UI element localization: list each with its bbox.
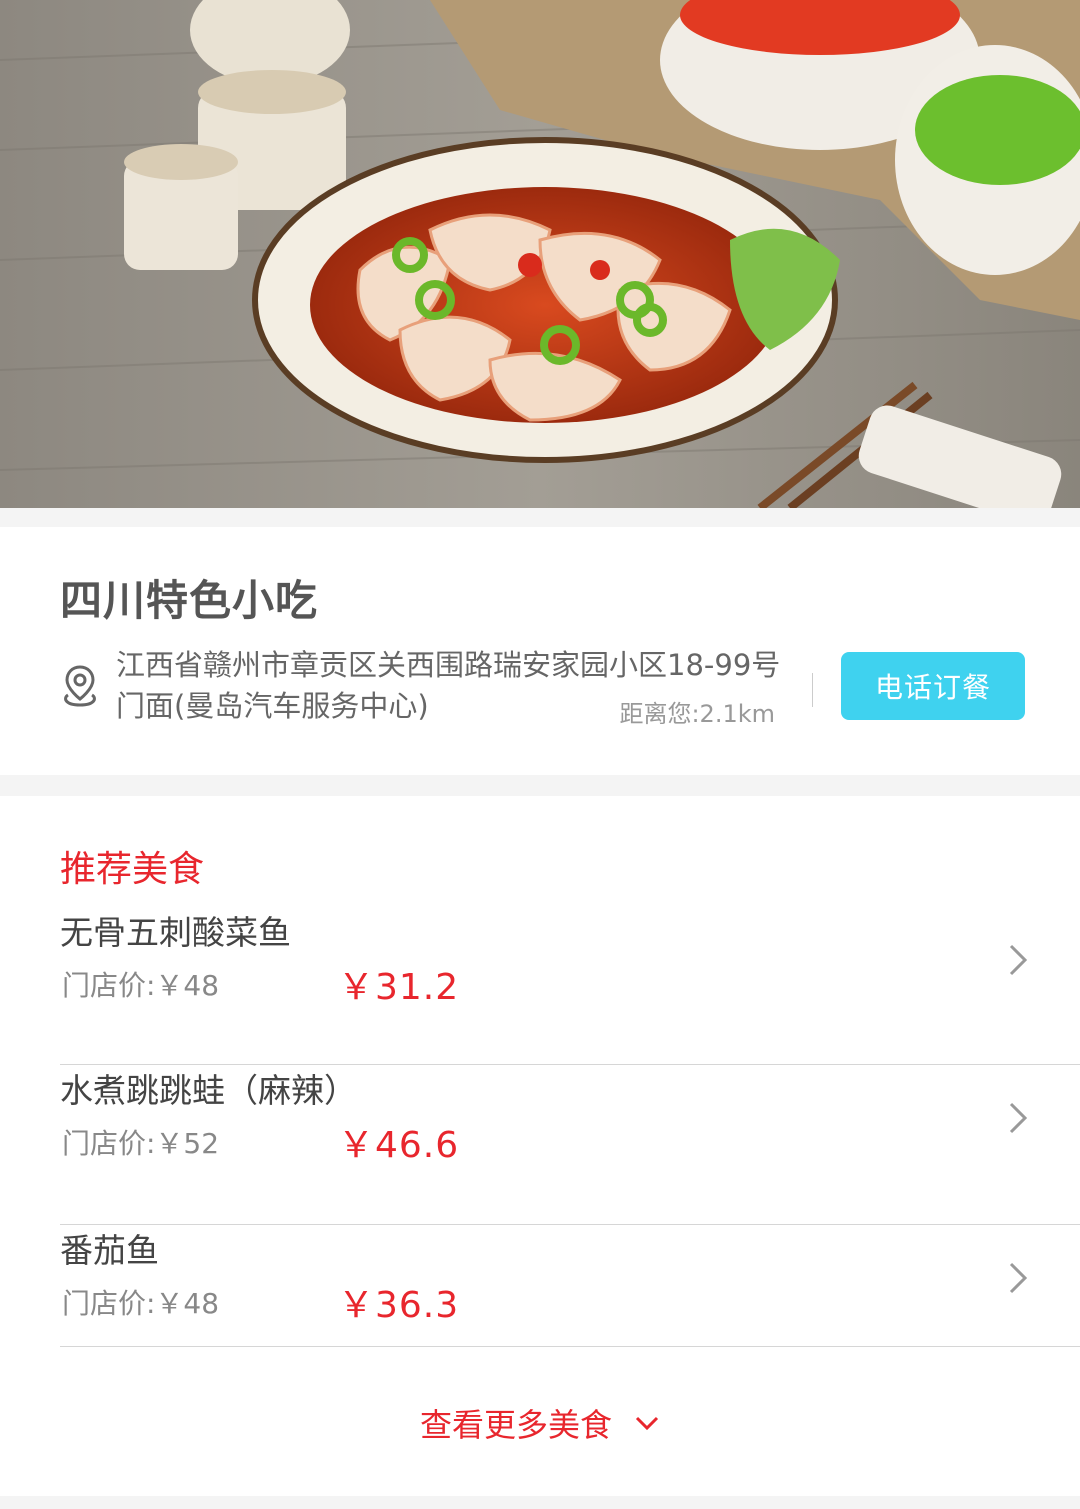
chevron-right-icon [1009,944,1028,976]
view-more-link[interactable]: 查看更多美食 [0,1400,1080,1446]
dish-name: 无骨五刺酸菜鱼 [60,913,291,952]
dish-item[interactable]: 无骨五刺酸菜鱼 门店价:￥48 ￥31.2 [60,906,1080,1065]
phone-order-button[interactable]: 电话订餐 [841,652,1025,720]
dish-item[interactable]: 番茄鱼 门店价:￥48 ￥36.3 [60,1224,1080,1347]
dish-name: 水煮跳跳蛙（麻辣） [60,1071,357,1110]
view-more-label: 查看更多美食 [419,1406,612,1444]
store-info-card: 四川特色小吃 江西省赣州市章贡区关西围路瑞安家园小区18-99号门面(曼岛汽车服… [0,527,1080,775]
hero-image [0,0,1080,508]
chevron-down-icon [635,1416,659,1431]
location-pin-icon [64,665,96,707]
recommended-section: 推荐美食 无骨五刺酸菜鱼 门店价:￥48 ￥31.2 水煮跳跳蛙（麻辣） 门店价… [0,796,1080,1496]
chevron-right-icon [1009,1262,1028,1294]
dish-item[interactable]: 水煮跳跳蛙（麻辣） 门店价:￥52 ￥46.6 [60,1064,1080,1225]
dish-store-price: 门店价:￥48 [62,969,220,1002]
store-distance: 距离您:2.1km [619,700,775,728]
dish-store-price: 门店价:￥48 [62,1287,220,1320]
section-title: 推荐美食 [60,849,205,890]
chevron-right-icon [1009,1102,1028,1134]
dish-store-price: 门店价:￥52 [62,1127,220,1160]
divider [812,673,813,707]
dish-price: ￥31.2 [338,967,460,1008]
dish-name: 番茄鱼 [60,1231,159,1270]
store-title: 四川特色小吃 [60,576,319,625]
dish-price: ￥46.6 [338,1125,460,1166]
dish-price: ￥36.3 [338,1285,460,1326]
